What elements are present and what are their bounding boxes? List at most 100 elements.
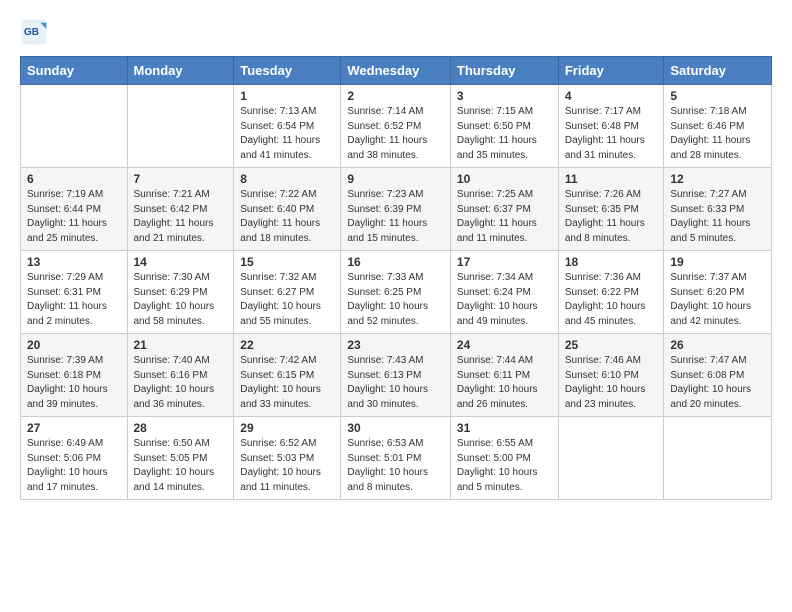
day-info: Sunrise: 7:23 AMSunset: 6:39 PMDaylight:… [347, 188, 444, 246]
day-info: Sunrise: 7:43 AMSunset: 6:13 PMDaylight:… [347, 354, 444, 412]
day-number: 19 [670, 255, 765, 269]
day-number: 9 [347, 172, 444, 186]
calendar-header-thursday: Thursday [450, 57, 558, 85]
header: GB [20, 18, 772, 46]
day-number: 20 [27, 338, 121, 352]
calendar-cell: 16 Sunrise: 7:33 AMSunset: 6:25 PMDayligh… [341, 251, 451, 334]
svg-text:GB: GB [24, 27, 39, 38]
calendar-cell: 31 Sunrise: 6:55 AMSunset: 5:00 PMDayligh… [450, 417, 558, 500]
calendar-cell: 5Sunrise: 7:18 AMSunset: 6:46 PMDaylight… [664, 85, 772, 168]
day-number: 23 [347, 338, 444, 352]
calendar-cell: 3 Sunrise: 7:15 AMSunset: 6:50 PMDaylight… [450, 85, 558, 168]
day-number: 12 [670, 172, 765, 186]
day-number: 5 [670, 89, 765, 103]
day-info: Sunrise: 6:55 AMSunset: 5:00 PMDaylight:… [457, 437, 552, 495]
calendar-cell: 18 Sunrise: 7:36 AMSunset: 6:22 PMDayligh… [558, 251, 664, 334]
calendar-header-friday: Friday [558, 57, 664, 85]
day-info: Sunrise: 6:50 AMSunset: 5:05 PMDaylight:… [134, 437, 228, 495]
day-info: Sunrise: 7:13 AMSunset: 6:54 PMDaylight:… [240, 105, 334, 163]
day-info: Sunrise: 7:30 AMSunset: 6:29 PMDaylight:… [134, 271, 228, 329]
calendar-cell: 4 Sunrise: 7:17 AMSunset: 6:48 PMDaylight… [558, 85, 664, 168]
day-number: 15 [240, 255, 334, 269]
calendar-cell: 24Sunrise: 7:44 AMSunset: 6:11 PMDayligh… [450, 334, 558, 417]
calendar-header-saturday: Saturday [664, 57, 772, 85]
day-info: Sunrise: 7:25 AMSunset: 6:37 PMDaylight:… [457, 188, 552, 246]
calendar-cell [664, 417, 772, 500]
day-info: Sunrise: 7:17 AMSunset: 6:48 PMDaylight:… [565, 105, 658, 163]
day-number: 8 [240, 172, 334, 186]
day-number: 27 [27, 421, 121, 435]
day-number: 7 [134, 172, 228, 186]
day-info: Sunrise: 7:39 AMSunset: 6:18 PMDaylight:… [27, 354, 121, 412]
day-number: 13 [27, 255, 121, 269]
day-info: Sunrise: 7:36 AMSunset: 6:22 PMDaylight:… [565, 271, 658, 329]
day-number: 16 [347, 255, 444, 269]
day-number: 10 [457, 172, 552, 186]
calendar-cell: 7Sunrise: 7:21 AMSunset: 6:42 PMDaylight… [127, 168, 234, 251]
day-info: Sunrise: 7:15 AMSunset: 6:50 PMDaylight:… [457, 105, 552, 163]
calendar-cell: 2 Sunrise: 7:14 AMSunset: 6:52 PMDaylight… [341, 85, 451, 168]
calendar-cell: 6 Sunrise: 7:19 AMSunset: 6:44 PMDaylight… [21, 168, 128, 251]
calendar-cell: 27 Sunrise: 6:49 AMSunset: 5:06 PMDayligh… [21, 417, 128, 500]
calendar-cell [21, 85, 128, 168]
calendar-cell: 14Sunrise: 7:30 AMSunset: 6:29 PMDayligh… [127, 251, 234, 334]
day-info: Sunrise: 7:32 AMSunset: 6:27 PMDaylight:… [240, 271, 334, 329]
calendar-cell: 17Sunrise: 7:34 AMSunset: 6:24 PMDayligh… [450, 251, 558, 334]
day-info: Sunrise: 7:26 AMSunset: 6:35 PMDaylight:… [565, 188, 658, 246]
day-number: 28 [134, 421, 228, 435]
day-number: 1 [240, 89, 334, 103]
day-number: 21 [134, 338, 228, 352]
page: GB SundayMondayTuesdayWednesdayThursdayF… [0, 0, 792, 518]
day-info: Sunrise: 7:40 AMSunset: 6:16 PMDaylight:… [134, 354, 228, 412]
day-info: Sunrise: 7:47 AMSunset: 6:08 PMDaylight:… [670, 354, 765, 412]
calendar-header-wednesday: Wednesday [341, 57, 451, 85]
day-number: 11 [565, 172, 658, 186]
calendar-header-tuesday: Tuesday [234, 57, 341, 85]
day-number: 18 [565, 255, 658, 269]
day-info: Sunrise: 6:49 AMSunset: 5:06 PMDaylight:… [27, 437, 121, 495]
calendar-header-sunday: Sunday [21, 57, 128, 85]
day-number: 29 [240, 421, 334, 435]
calendar-cell: 15 Sunrise: 7:32 AMSunset: 6:27 PMDayligh… [234, 251, 341, 334]
day-info: Sunrise: 7:19 AMSunset: 6:44 PMDaylight:… [27, 188, 121, 246]
day-number: 6 [27, 172, 121, 186]
day-number: 17 [457, 255, 552, 269]
day-number: 26 [670, 338, 765, 352]
calendar-week-5: 27 Sunrise: 6:49 AMSunset: 5:06 PMDayligh… [21, 417, 772, 500]
day-info: Sunrise: 7:27 AMSunset: 6:33 PMDaylight:… [670, 188, 765, 246]
day-number: 25 [565, 338, 658, 352]
day-info: Sunrise: 7:29 AMSunset: 6:31 PMDaylight:… [27, 271, 121, 329]
day-number: 2 [347, 89, 444, 103]
day-number: 3 [457, 89, 552, 103]
calendar-cell: 19 Sunrise: 7:37 AMSunset: 6:20 PMDayligh… [664, 251, 772, 334]
calendar-cell: 22Sunrise: 7:42 AMSunset: 6:15 PMDayligh… [234, 334, 341, 417]
day-number: 31 [457, 421, 552, 435]
day-info: Sunrise: 6:53 AMSunset: 5:01 PMDaylight:… [347, 437, 444, 495]
calendar-cell: 30Sunrise: 6:53 AMSunset: 5:01 PMDayligh… [341, 417, 451, 500]
calendar-week-1: 1 Sunrise: 7:13 AMSunset: 6:54 PMDaylight… [21, 85, 772, 168]
day-info: Sunrise: 7:42 AMSunset: 6:15 PMDaylight:… [240, 354, 334, 412]
calendar-cell: 21 Sunrise: 7:40 AMSunset: 6:16 PMDayligh… [127, 334, 234, 417]
calendar-cell: 8 Sunrise: 7:22 AMSunset: 6:40 PMDaylight… [234, 168, 341, 251]
day-info: Sunrise: 6:52 AMSunset: 5:03 PMDaylight:… [240, 437, 334, 495]
calendar-cell: 11 Sunrise: 7:26 AMSunset: 6:35 PMDayligh… [558, 168, 664, 251]
calendar-cell: 25Sunrise: 7:46 AMSunset: 6:10 PMDayligh… [558, 334, 664, 417]
calendar-week-3: 13 Sunrise: 7:29 AMSunset: 6:31 PMDayligh… [21, 251, 772, 334]
day-info: Sunrise: 7:37 AMSunset: 6:20 PMDaylight:… [670, 271, 765, 329]
calendar-cell: 10 Sunrise: 7:25 AMSunset: 6:37 PMDayligh… [450, 168, 558, 251]
day-info: Sunrise: 7:14 AMSunset: 6:52 PMDaylight:… [347, 105, 444, 163]
calendar-week-2: 6 Sunrise: 7:19 AMSunset: 6:44 PMDaylight… [21, 168, 772, 251]
calendar-cell: 1 Sunrise: 7:13 AMSunset: 6:54 PMDaylight… [234, 85, 341, 168]
calendar-cell: 26 Sunrise: 7:47 AMSunset: 6:08 PMDayligh… [664, 334, 772, 417]
calendar-header-row: SundayMondayTuesdayWednesdayThursdayFrid… [21, 57, 772, 85]
calendar-cell: 29 Sunrise: 6:52 AMSunset: 5:03 PMDayligh… [234, 417, 341, 500]
calendar-cell: 9 Sunrise: 7:23 AMSunset: 6:39 PMDaylight… [341, 168, 451, 251]
calendar-cell [558, 417, 664, 500]
calendar-cell: 28 Sunrise: 6:50 AMSunset: 5:05 PMDayligh… [127, 417, 234, 500]
day-info: Sunrise: 7:22 AMSunset: 6:40 PMDaylight:… [240, 188, 334, 246]
day-number: 4 [565, 89, 658, 103]
calendar-header-monday: Monday [127, 57, 234, 85]
calendar-cell [127, 85, 234, 168]
day-info: Sunrise: 7:33 AMSunset: 6:25 PMDaylight:… [347, 271, 444, 329]
calendar-cell: 23 Sunrise: 7:43 AMSunset: 6:13 PMDayligh… [341, 334, 451, 417]
